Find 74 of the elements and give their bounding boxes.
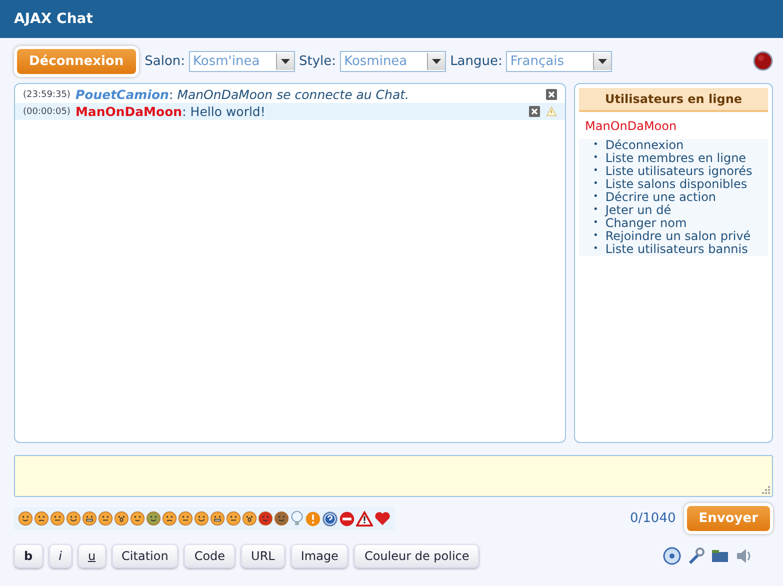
smiley-icon[interactable] [274,511,289,526]
command-link[interactable]: Changer nom [605,217,687,230]
bullet-mark: • [593,165,598,178]
resize-handle-icon[interactable] [762,486,770,494]
bullet-mark: • [593,230,598,243]
smiley-icon[interactable] [194,511,209,526]
message-author[interactable]: PouetCamion [75,87,169,102]
message-author[interactable]: ManOnDaMoon [75,104,182,119]
separator-text: : [168,87,174,102]
bullet-mark: • [593,243,598,256]
smiley-icon[interactable] [146,511,161,526]
warning-icon[interactable] [356,510,373,526]
command-link[interactable]: Jeter un dé [605,204,672,217]
message-time: (23:59:35) [23,90,70,100]
select-label: Langue: [450,54,502,68]
speaker-icon[interactable] [735,548,753,564]
command-link[interactable]: Liste salons disponibles [605,178,748,191]
command-link[interactable]: Liste membres en ligne [605,152,746,165]
character-counter: 0/1040 [630,511,676,526]
smiley-icon[interactable] [178,511,193,526]
caret-icon [593,52,612,70]
message-time: (00:00:05) [23,106,70,116]
smiley-icon[interactable] [130,511,145,526]
smiley-icon[interactable] [66,511,81,526]
command-link[interactable]: Liste utilisateurs bannis [605,243,748,256]
bullet-mark: • [593,152,598,165]
no-entry-icon[interactable] [339,510,355,526]
format-button[interactable]: Citation [112,544,178,568]
panel-heading: Utilisateurs en ligne [579,88,768,112]
smiley-icon[interactable] [50,511,65,526]
bullet-mark: • [593,204,598,217]
select-label: Salon: [144,54,186,68]
format-button[interactable]: b [14,544,43,568]
format-button[interactable]: u [78,544,106,568]
smiley-icon[interactable] [242,511,257,526]
smiley-icon[interactable] [226,511,241,526]
message-text: Hello world! [190,104,266,119]
format-button[interactable]: i [48,544,72,568]
caret-icon [276,52,294,70]
command-link[interactable]: Déconnexion [605,139,684,152]
message-input[interactable] [14,455,773,497]
format-button[interactable]: URL [241,544,285,568]
smiley-icon[interactable] [210,511,225,526]
delete-icon[interactable] [529,106,540,117]
command-link[interactable]: Décrire une action [605,191,716,204]
delete-icon[interactable] [546,89,557,100]
separator-text: : [182,104,186,119]
format-button[interactable]: Image [290,544,348,568]
status-indicator-icon [753,51,773,71]
bullet-mark: • [593,178,598,191]
heart-icon[interactable] [374,511,391,526]
smiley-icon[interactable] [34,511,49,526]
wrench-icon[interactable] [687,547,705,565]
disc-icon[interactable] [663,547,681,565]
online-user[interactable]: ManOnDaMoon [585,119,762,133]
smiley-icon[interactable] [18,511,33,526]
smiley-icon[interactable] [162,511,177,526]
smiley-icon[interactable] [82,511,97,526]
smiley-icon[interactable] [98,511,113,526]
select-label: Style: [299,54,336,68]
smiley-icon[interactable] [114,511,129,526]
format-button[interactable]: Code [184,544,236,568]
window-title: AJAX Chat [14,11,93,27]
folder-icon[interactable] [711,549,729,563]
format-button[interactable]: Couleur de police [354,544,480,568]
command-link[interactable]: Liste utilisateurs ignorés [605,165,752,178]
caret-icon [427,52,446,70]
smiley-icon[interactable] [258,511,273,526]
help-icon[interactable] [322,510,338,526]
bullet-mark: • [593,217,598,230]
bullet-mark: • [593,139,598,152]
command-link[interactable]: Rejoindre un salon privé [605,230,751,243]
bullet-mark: • [593,191,598,204]
message-text: ManOnDaMoon se connecte au Chat. [177,87,409,102]
